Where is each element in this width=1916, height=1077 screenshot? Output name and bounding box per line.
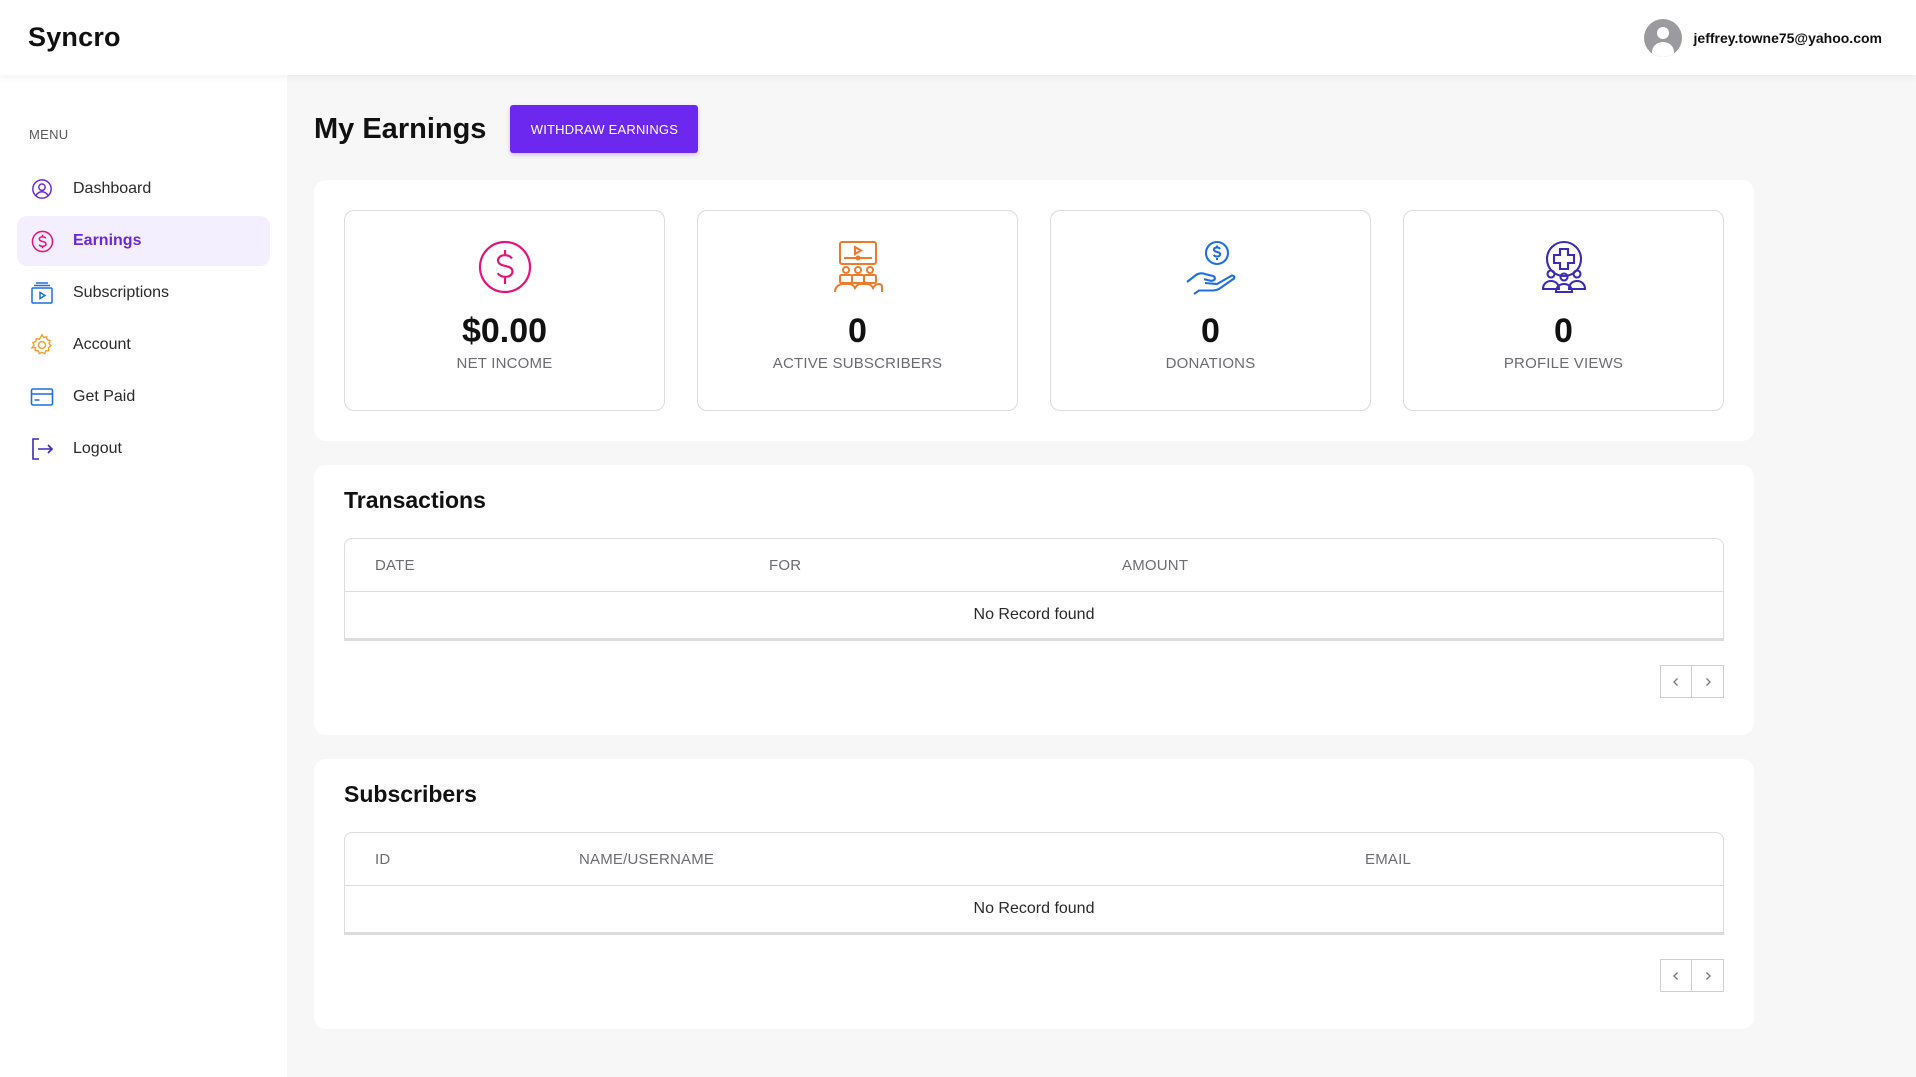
donation-hand-icon bbox=[1185, 240, 1235, 295]
transactions-pagination bbox=[344, 665, 1724, 698]
sidebar-item-logout[interactable]: Logout bbox=[17, 424, 270, 474]
dollar-circle-icon bbox=[478, 240, 531, 294]
subscribers-table: ID NAME/USERNAME EMAIL No Record found bbox=[344, 832, 1724, 935]
subscribers-title: Subscribers bbox=[344, 781, 477, 807]
stat-label: PROFILE VIEWS bbox=[1503, 355, 1624, 372]
withdraw-earnings-button[interactable]: WITHDRAW EARNINGS bbox=[510, 105, 699, 153]
logout-icon bbox=[29, 436, 55, 462]
sidebar-item-label: Account bbox=[73, 336, 131, 353]
chevron-right-icon bbox=[1705, 677, 1711, 686]
column-header-id[interactable]: ID bbox=[375, 851, 579, 868]
stat-card-net-income: $0.00 NET INCOME bbox=[344, 210, 665, 411]
stat-value: 0 bbox=[1554, 312, 1573, 350]
user-circle-icon bbox=[29, 176, 55, 202]
empty-row: No Record found bbox=[345, 886, 1723, 934]
page-title: My Earnings bbox=[314, 112, 487, 145]
previous-page-button[interactable] bbox=[1660, 959, 1692, 992]
transactions-panel: Transactions DATE FOR AMOUNT No Record f… bbox=[314, 465, 1754, 735]
sidebar-item-subscriptions[interactable]: Subscriptions bbox=[17, 268, 270, 318]
transactions-title: Transactions bbox=[344, 487, 486, 513]
stats-panel: $0.00 NET INCOME 0 ACTIVE SUBSCRIBERS 0 bbox=[314, 180, 1754, 441]
chevron-right-icon bbox=[1705, 971, 1711, 980]
audience-screen-icon bbox=[833, 241, 883, 293]
stat-label: ACTIVE SUBSCRIBERS bbox=[772, 355, 943, 372]
subscriptions-icon bbox=[29, 280, 55, 306]
chevron-left-icon bbox=[1673, 677, 1678, 686]
subscribers-pagination bbox=[344, 959, 1724, 992]
transactions-table: DATE FOR AMOUNT No Record found bbox=[344, 538, 1724, 641]
sidebar-item-label: Logout bbox=[73, 440, 122, 457]
menu-title: MENU bbox=[29, 127, 69, 142]
title-row: My Earnings WITHDRAW EARNINGS bbox=[314, 75, 1754, 179]
sidebar: MENU Dashboard Earnings Subscriptions Ac… bbox=[0, 75, 287, 1077]
top-header: Syncro jeffrey.towne75@yahoo.com bbox=[0, 0, 1916, 75]
sidebar-item-dashboard[interactable]: Dashboard bbox=[17, 164, 270, 214]
sidebar-item-label: Dashboard bbox=[73, 180, 152, 197]
main-content: My Earnings WITHDRAW EARNINGS $0.00 NET … bbox=[314, 75, 1754, 1029]
stat-value: 0 bbox=[848, 312, 867, 350]
stat-label: DONATIONS bbox=[1165, 355, 1256, 372]
next-page-button[interactable] bbox=[1692, 959, 1724, 992]
column-header-email[interactable]: EMAIL bbox=[1365, 851, 1411, 868]
column-header-name[interactable]: NAME/USERNAME bbox=[579, 851, 1365, 868]
column-header-amount[interactable]: AMOUNT bbox=[1122, 557, 1188, 574]
dollar-circle-icon bbox=[29, 228, 55, 254]
stat-card-profile-views: 0 PROFILE VIEWS bbox=[1403, 210, 1724, 411]
stat-value: $0.00 bbox=[461, 312, 548, 350]
sidebar-item-label: Subscriptions bbox=[73, 284, 170, 301]
credit-card-icon bbox=[29, 384, 55, 410]
stat-value: 0 bbox=[1201, 312, 1220, 350]
subscribers-panel: Subscribers ID NAME/USERNAME EMAIL No Re… bbox=[314, 759, 1754, 1029]
chevron-left-icon bbox=[1673, 971, 1678, 980]
empty-row: No Record found bbox=[345, 592, 1723, 640]
stat-label: NET INCOME bbox=[456, 355, 553, 372]
table-header: DATE FOR AMOUNT bbox=[345, 539, 1723, 592]
sidebar-item-label: Get Paid bbox=[73, 388, 136, 405]
column-header-date[interactable]: DATE bbox=[375, 557, 769, 574]
user-email[interactable]: jeffrey.towne75@yahoo.com bbox=[1694, 30, 1882, 46]
next-page-button[interactable] bbox=[1692, 665, 1724, 698]
column-header-for[interactable]: FOR bbox=[769, 557, 1122, 574]
table-header: ID NAME/USERNAME EMAIL bbox=[345, 833, 1723, 886]
stat-card-active-subscribers: 0 ACTIVE SUBSCRIBERS bbox=[697, 210, 1018, 411]
user-menu[interactable]: jeffrey.towne75@yahoo.com bbox=[1643, 18, 1882, 57]
gear-icon bbox=[29, 332, 55, 358]
app-logo[interactable]: Syncro bbox=[28, 22, 121, 53]
profile-group-icon bbox=[1541, 240, 1586, 294]
sidebar-item-earnings[interactable]: Earnings bbox=[17, 216, 270, 266]
sidebar-item-account[interactable]: Account bbox=[17, 320, 270, 370]
avatar-icon[interactable] bbox=[1643, 18, 1682, 57]
previous-page-button[interactable] bbox=[1660, 665, 1692, 698]
sidebar-item-get-paid[interactable]: Get Paid bbox=[17, 372, 270, 422]
stat-card-donations: 0 DONATIONS bbox=[1050, 210, 1371, 411]
sidebar-item-label: Earnings bbox=[73, 232, 142, 249]
